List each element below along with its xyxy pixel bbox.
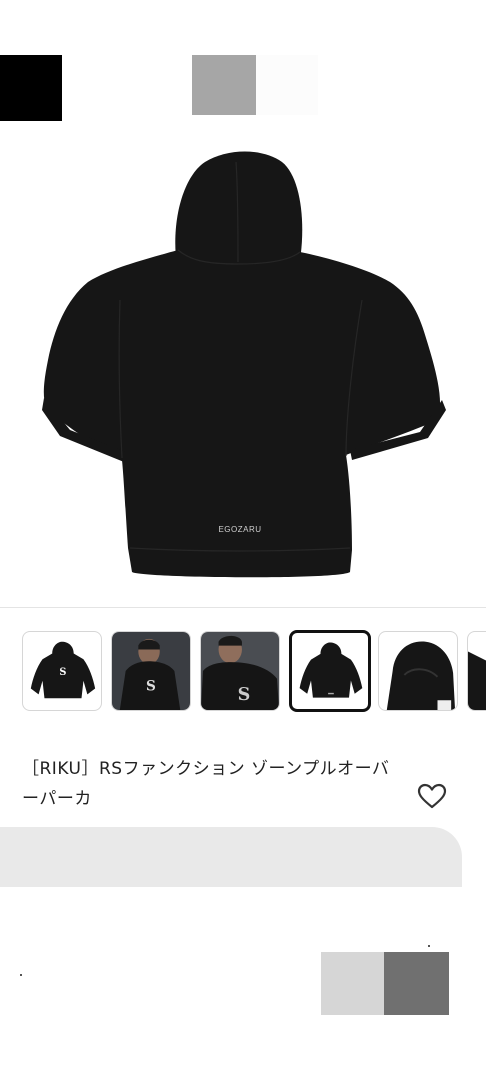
thumb-back[interactable] xyxy=(289,630,371,712)
thumb-hood-detail[interactable] xyxy=(378,631,458,711)
svg-text:S: S xyxy=(238,685,251,705)
gallery-divider xyxy=(0,607,486,608)
artifact-dot xyxy=(428,945,430,947)
thumb-front[interactable]: S xyxy=(22,631,102,711)
thumb-partial[interactable] xyxy=(467,631,486,711)
swatch-light-gray xyxy=(321,952,384,1015)
product-main-image[interactable]: EGOZARU xyxy=(0,0,486,606)
swatch-dark-gray xyxy=(384,952,449,1015)
thumbnail-strip[interactable]: S S S xyxy=(0,629,486,715)
favorite-button[interactable] xyxy=(416,782,448,810)
artifact-dot xyxy=(20,974,22,976)
thumb-model-front[interactable]: S xyxy=(111,631,191,711)
loading-skeleton-bar xyxy=(0,827,462,887)
heart-outline-icon xyxy=(417,783,447,809)
brand-print: EGOZARU xyxy=(218,525,261,534)
svg-text:S: S xyxy=(59,667,66,678)
product-title: ［RIKU］RSファンクション ゾーンプルオーバーパーカ xyxy=(22,759,390,809)
thumb-model-closeup[interactable]: S xyxy=(200,631,280,711)
svg-text:S: S xyxy=(146,679,156,695)
